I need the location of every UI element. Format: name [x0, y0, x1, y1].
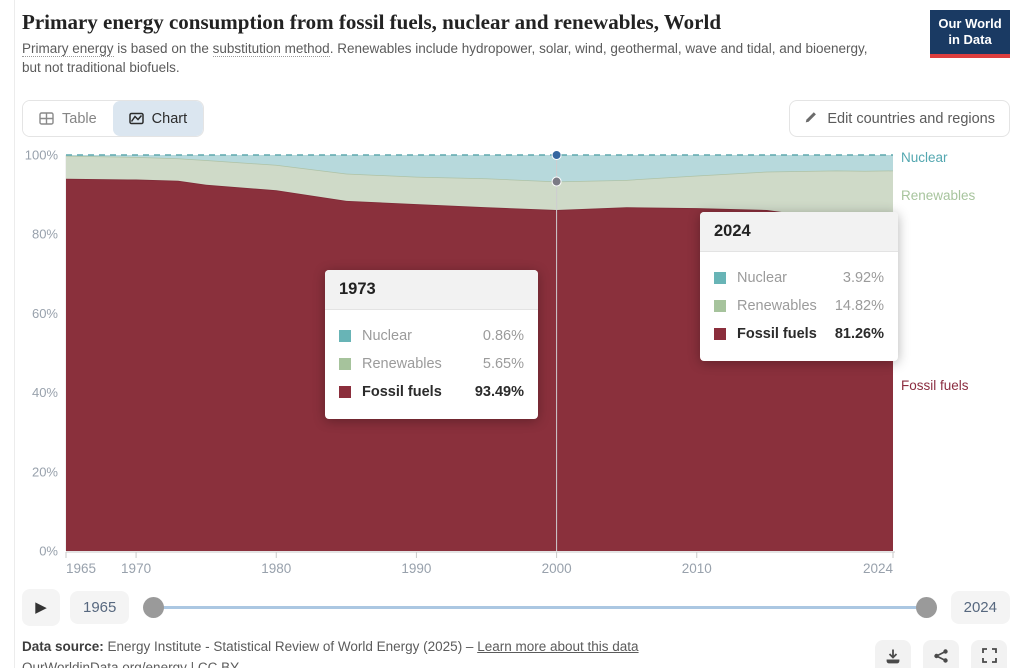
slider-handle-start[interactable]	[143, 597, 164, 618]
tooltip-row-fossil-fuels: Fossil fuels 93.49%	[339, 378, 524, 406]
tab-chart[interactable]: Chart	[113, 101, 203, 136]
share-icon	[933, 648, 949, 668]
timeline-slider[interactable]	[143, 589, 936, 626]
download-icon	[885, 648, 901, 668]
y-tick-label: 80%	[32, 227, 58, 242]
tooltip-2024: 2024 Nuclear 3.92% Renewables 14.82% Fos…	[700, 212, 898, 361]
term-primary-energy[interactable]: Primary energy	[22, 41, 114, 57]
play-button[interactable]: ▶	[22, 589, 60, 626]
tooltip-row-fossil-fuels: Fossil fuels 81.26%	[714, 320, 884, 348]
chart-subtitle: Primary energy is based on the substitut…	[22, 40, 874, 78]
y-tick-label: 60%	[32, 306, 58, 321]
chart-action-buttons	[875, 640, 1007, 668]
y-tick-label: 20%	[32, 464, 58, 479]
hover-marker-dot	[552, 151, 561, 160]
slider-track[interactable]	[152, 606, 927, 609]
tooltip-row-renewables: Renewables 14.82%	[714, 292, 884, 320]
nuclear-swatch	[714, 272, 726, 284]
tooltip-1973: 1973 Nuclear 0.86% Renewables 5.65% Foss…	[325, 270, 538, 419]
entity-label-nuclear[interactable]: Nuclear	[901, 150, 948, 165]
owid-grapher: Primary energy consumption from fossil f…	[0, 0, 1024, 668]
owid-logo[interactable]: Our World in Data	[930, 10, 1010, 58]
timeline-start-year[interactable]: 1965	[70, 591, 129, 624]
x-tick-label: 1965	[66, 561, 96, 576]
term-substitution-method[interactable]: substitution method	[213, 41, 330, 57]
edit-countries-button[interactable]: Edit countries and regions	[789, 100, 1010, 137]
learn-more-link[interactable]: Learn more about this data	[477, 639, 638, 654]
tooltip-row-nuclear: Nuclear 0.86%	[339, 322, 524, 350]
tab-table[interactable]: Table	[23, 101, 113, 136]
x-tick-label: 1970	[121, 561, 151, 576]
x-tick-label: 2010	[682, 561, 712, 576]
tooltip-year: 2024	[700, 212, 898, 252]
area-chart-icon	[129, 111, 144, 126]
tooltip-row-nuclear: Nuclear 3.92%	[714, 264, 884, 292]
entity-label-renewables[interactable]: Renewables	[901, 188, 975, 203]
share-button[interactable]	[923, 640, 959, 668]
nuclear-swatch	[339, 330, 351, 342]
tooltip-year: 1973	[325, 270, 538, 310]
timeline: ▶ 1965 2024	[22, 588, 1010, 626]
fossil-fuels-swatch	[714, 328, 726, 340]
data-source-line: Data source: Energy Institute - Statisti…	[22, 639, 639, 654]
entity-label-fossil-fuels[interactable]: Fossil fuels	[901, 378, 969, 393]
view-tabs: Table Chart	[22, 100, 204, 137]
tooltip-row-renewables: Renewables 5.65%	[339, 350, 524, 378]
fullscreen-button[interactable]	[971, 640, 1007, 668]
slider-handle-end[interactable]	[916, 597, 937, 618]
y-tick-label: 0%	[39, 544, 58, 559]
x-tick-label: 1980	[261, 561, 291, 576]
download-button[interactable]	[875, 640, 911, 668]
hover-marker-dot	[552, 177, 561, 186]
x-tick-label: 2024	[863, 561, 894, 576]
fullscreen-icon	[982, 648, 997, 668]
grid-icon	[39, 111, 54, 126]
timeline-end-year[interactable]: 2024	[951, 591, 1010, 624]
license-line: OurWorldinData.org/energy | CC BY	[22, 660, 239, 668]
x-tick-label: 1990	[401, 561, 431, 576]
y-tick-label: 40%	[32, 385, 58, 400]
pencil-icon	[804, 110, 818, 128]
page-title: Primary energy consumption from fossil f…	[22, 10, 912, 35]
x-tick-label: 2000	[542, 561, 572, 576]
y-tick-label: 100%	[25, 148, 59, 163]
renewables-swatch	[339, 358, 351, 370]
fossil-fuels-swatch	[339, 386, 351, 398]
renewables-swatch	[714, 300, 726, 312]
